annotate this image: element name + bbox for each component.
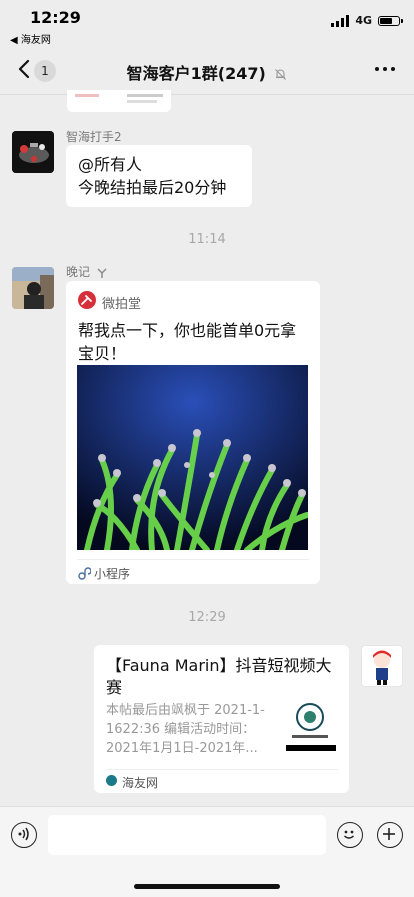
network-type: 4G	[355, 14, 372, 27]
more-functions-button[interactable]	[377, 822, 403, 848]
card-text: 帮我点一下，你也能首单0元拿宝贝！	[78, 321, 297, 363]
back-to-app-link[interactable]: ◀ 海友网	[10, 31, 51, 46]
link-description: 本帖最后由飒枫于 2021-1-1622:36 编辑活动时间：2021年1月1日…	[106, 703, 265, 756]
previous-message-fragment[interactable]	[67, 90, 171, 112]
header-divider	[0, 94, 414, 95]
emoji-button[interactable]	[337, 822, 363, 848]
tool-icon	[97, 268, 107, 278]
plus-icon	[383, 828, 395, 840]
app-name: 微拍堂	[102, 297, 142, 312]
voice-icon	[18, 827, 29, 841]
own-avatar[interactable]	[361, 645, 403, 687]
link-thumbnail	[284, 697, 336, 753]
text-message-bubble[interactable]: @所有人 今晚结拍最后20分钟	[66, 145, 252, 207]
sender-name-text: 晚记	[66, 265, 91, 279]
sender-name: 晚记	[66, 263, 108, 280]
message-line: @所有人	[78, 155, 143, 174]
sender-name: 智海打手2	[66, 130, 122, 144]
emoji-icon	[344, 830, 354, 839]
chat-title-text: 智海客户1群(247)	[126, 64, 266, 83]
app-logo-icon	[78, 291, 96, 309]
signal-icon	[331, 14, 350, 27]
message-line: 今晚结拍最后20分钟	[78, 178, 227, 197]
link-card[interactable]: 【Fauna Marin】抖音短视频大赛 本帖最后由飒枫于 2021-1-162…	[94, 645, 349, 793]
avatar[interactable]	[12, 131, 54, 173]
link-source: 海友网	[122, 776, 159, 790]
mini-program-icon	[78, 567, 91, 580]
mute-bell-icon	[275, 69, 287, 80]
timestamp: 12:29	[188, 610, 226, 625]
card-divider	[77, 559, 309, 560]
status-time: 12:29	[30, 8, 81, 27]
home-indicator	[134, 884, 280, 889]
card-divider	[106, 769, 338, 770]
link-title: 【Fauna Marin】抖音短视频大赛	[106, 656, 332, 697]
status-indicators: 4G	[331, 14, 403, 27]
voice-button[interactable]	[11, 822, 37, 848]
timestamp: 11:14	[188, 232, 226, 247]
more-options-icon[interactable]	[374, 62, 396, 76]
battery-icon	[378, 15, 403, 26]
mini-program-card[interactable]: 微拍堂 帮我点一下，你也能首单0元拿宝贝！ 小程序	[66, 281, 320, 584]
avatar[interactable]	[12, 267, 54, 309]
coral-image	[77, 365, 308, 550]
source-logo-icon	[106, 775, 117, 786]
message-input[interactable]	[48, 815, 326, 855]
mini-program-label: 小程序	[94, 567, 131, 581]
chat-title: 智海客户1群(247)	[0, 60, 414, 84]
